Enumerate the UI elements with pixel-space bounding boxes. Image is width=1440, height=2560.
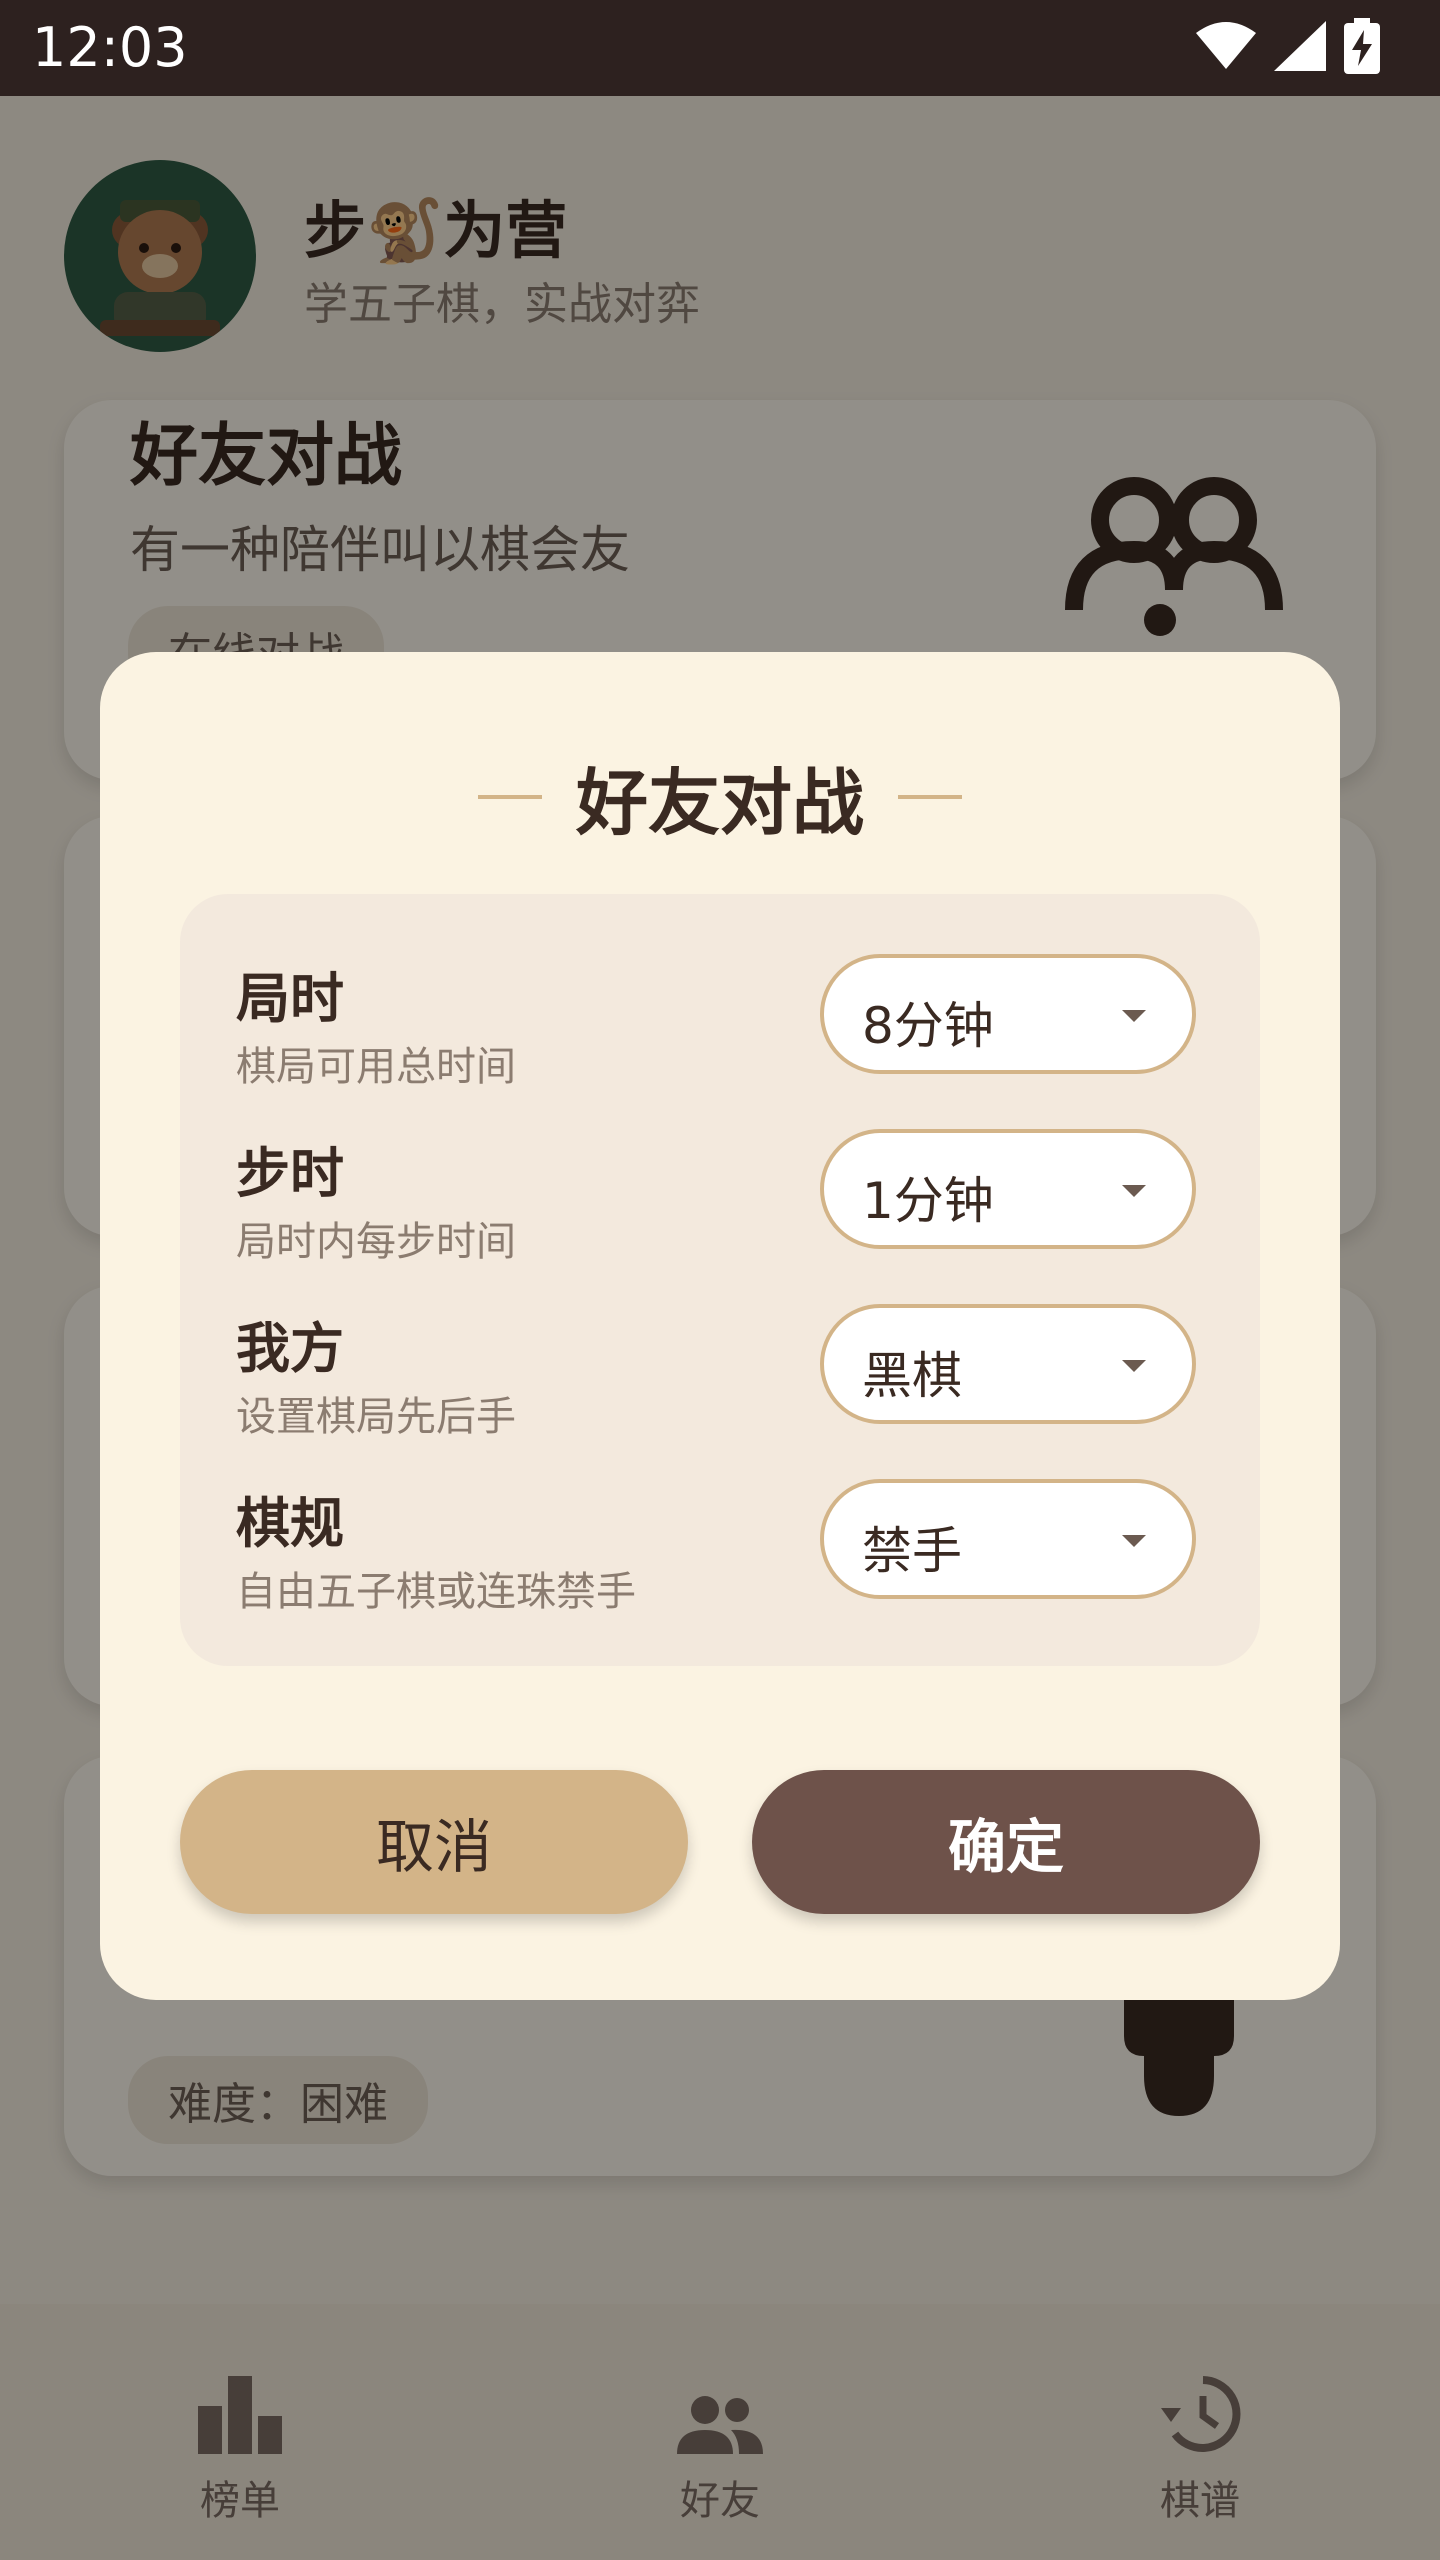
dialog-header: 好友对战 — [100, 744, 1340, 849]
setting-description: 设置棋局先后手 — [236, 1394, 516, 1440]
setting-description: 棋局可用总时间 — [236, 1044, 516, 1090]
battery-charging-icon — [1344, 18, 1380, 74]
setting-row-side: 我方 设置棋局先后手 黑棋 — [180, 1304, 1260, 1444]
select-value: 1分钟 — [862, 1172, 994, 1230]
title-divider-right — [898, 794, 962, 799]
setting-row-move-time: 步时 局时内每步时间 1分钟 — [180, 1129, 1260, 1269]
dropdown-arrow-icon — [1122, 1010, 1146, 1022]
rules-select[interactable]: 禁手 — [820, 1479, 1196, 1599]
friend-battle-dialog: 好友对战 局时 棋局可用总时间 8分钟 步时 局时内每步时间 1分钟 我方 设置… — [100, 652, 1340, 2000]
setting-description: 自由五子棋或连珠禁手 — [236, 1569, 636, 1615]
setting-label: 棋规 — [236, 1492, 344, 1555]
select-value: 8分钟 — [862, 997, 994, 1055]
game-time-select[interactable]: 8分钟 — [820, 954, 1196, 1074]
signal-icon — [1274, 21, 1326, 71]
dialog-title: 好友对战 — [575, 761, 864, 845]
setting-label: 局时 — [236, 967, 344, 1030]
setting-label: 我方 — [236, 1317, 344, 1380]
move-time-select[interactable]: 1分钟 — [820, 1129, 1196, 1249]
dropdown-arrow-icon — [1122, 1360, 1146, 1372]
select-value: 黑棋 — [862, 1347, 962, 1405]
setting-row-game-time: 局时 棋局可用总时间 8分钟 — [180, 954, 1260, 1094]
status-time: 12:03 — [32, 16, 188, 79]
dropdown-arrow-icon — [1122, 1535, 1146, 1547]
cancel-button[interactable]: 取消 — [180, 1770, 688, 1914]
status-icons — [1196, 18, 1380, 74]
status-bar: 12:03 — [0, 0, 1440, 96]
side-select[interactable]: 黑棋 — [820, 1304, 1196, 1424]
title-divider-left — [477, 794, 542, 799]
setting-description: 局时内每步时间 — [236, 1219, 516, 1265]
confirm-button[interactable]: 确定 — [752, 1770, 1260, 1914]
settings-panel: 局时 棋局可用总时间 8分钟 步时 局时内每步时间 1分钟 我方 设置棋局先后手… — [180, 894, 1260, 1666]
wifi-icon — [1196, 22, 1256, 69]
setting-row-rules: 棋规 自由五子棋或连珠禁手 禁手 — [180, 1479, 1260, 1619]
select-value: 禁手 — [862, 1522, 962, 1580]
setting-label: 步时 — [236, 1142, 344, 1205]
dropdown-arrow-icon — [1122, 1185, 1146, 1197]
